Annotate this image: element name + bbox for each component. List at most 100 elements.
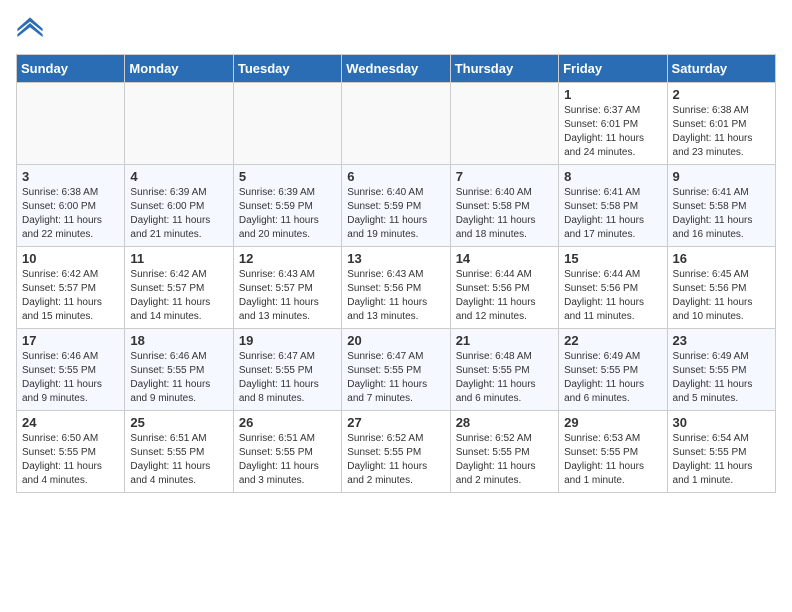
calendar-cell: 17Sunrise: 6:46 AMSunset: 5:55 PMDayligh… [17,329,125,411]
day-number: 6 [347,169,444,184]
day-number: 10 [22,251,119,266]
day-number: 20 [347,333,444,348]
day-info: Sunrise: 6:43 AMSunset: 5:57 PMDaylight:… [239,268,336,324]
day-number: 19 [239,333,336,348]
day-number: 3 [22,169,119,184]
day-of-week-header: Sunday [17,55,125,83]
day-number: 1 [564,87,661,102]
day-of-week-header: Wednesday [342,55,450,83]
day-info: Sunrise: 6:54 AMSunset: 5:55 PMDaylight:… [673,432,770,488]
day-number: 26 [239,415,336,430]
day-number: 4 [130,169,227,184]
calendar-header-row: SundayMondayTuesdayWednesdayThursdayFrid… [17,55,776,83]
day-number: 15 [564,251,661,266]
day-info: Sunrise: 6:51 AMSunset: 5:55 PMDaylight:… [239,432,336,488]
calendar-cell: 13 Sunrise: 6:43 AMSunset: 5:56 PMDayligh… [342,247,450,329]
day-of-week-header: Thursday [450,55,558,83]
day-info: Sunrise: 6:50 AMSunset: 5:55 PMDaylight:… [22,432,119,488]
day-number: 18 [130,333,227,348]
day-number: 24 [22,415,119,430]
calendar-cell: 26 Sunrise: 6:51 AMSunset: 5:55 PMDayligh… [233,411,341,493]
calendar-cell: 12 Sunrise: 6:43 AMSunset: 5:57 PMDayligh… [233,247,341,329]
day-info: Sunrise: 6:49 AMSunset: 5:55 PMDaylight:… [673,350,770,406]
day-info: Sunrise: 6:45 AMSunset: 5:56 PMDaylight:… [673,268,770,324]
day-number: 21 [456,333,553,348]
day-number: 22 [564,333,661,348]
day-info: Sunrise: 6:52 AMSunset: 5:55 PMDaylight:… [456,432,553,488]
day-info: Sunrise: 6:46 AMSunset: 5:55 PMDaylight:… [130,350,227,406]
day-info: Sunrise: 6:42 AMSunset: 5:57 PMDaylight:… [130,268,227,324]
calendar-week-row: 3 Sunrise: 6:38 AMSunset: 6:00 PMDaylight… [17,165,776,247]
day-number: 28 [456,415,553,430]
day-of-week-header: Tuesday [233,55,341,83]
day-info: Sunrise: 6:41 AMSunset: 5:58 PMDaylight:… [673,186,770,242]
calendar-cell: 19Sunrise: 6:47 AMSunset: 5:55 PMDayligh… [233,329,341,411]
calendar-week-row: 24 Sunrise: 6:50 AMSunset: 5:55 PMDayligh… [17,411,776,493]
day-info: Sunrise: 6:40 AMSunset: 5:58 PMDaylight:… [456,186,553,242]
day-info: Sunrise: 6:42 AMSunset: 5:57 PMDaylight:… [22,268,119,324]
day-info: Sunrise: 6:44 AMSunset: 5:56 PMDaylight:… [456,268,553,324]
calendar-cell: 28 Sunrise: 6:52 AMSunset: 5:55 PMDayligh… [450,411,558,493]
calendar-week-row: 10 Sunrise: 6:42 AMSunset: 5:57 PMDayligh… [17,247,776,329]
day-info: Sunrise: 6:53 AMSunset: 5:55 PMDaylight:… [564,432,661,488]
calendar-cell [233,83,341,165]
calendar-cell [450,83,558,165]
calendar-cell: 21 Sunrise: 6:48 AMSunset: 5:55 PMDayligh… [450,329,558,411]
calendar-cell: 15 Sunrise: 6:44 AMSunset: 5:56 PMDayligh… [559,247,667,329]
calendar-cell: 4Sunrise: 6:39 AMSunset: 6:00 PMDaylight… [125,165,233,247]
calendar-cell: 18 Sunrise: 6:46 AMSunset: 5:55 PMDayligh… [125,329,233,411]
calendar-cell: 24 Sunrise: 6:50 AMSunset: 5:55 PMDayligh… [17,411,125,493]
day-info: Sunrise: 6:38 AMSunset: 6:00 PMDaylight:… [22,186,119,242]
day-of-week-header: Friday [559,55,667,83]
day-number: 14 [456,251,553,266]
day-info: Sunrise: 6:40 AMSunset: 5:59 PMDaylight:… [347,186,444,242]
day-number: 2 [673,87,770,102]
day-number: 7 [456,169,553,184]
calendar-cell: 10 Sunrise: 6:42 AMSunset: 5:57 PMDayligh… [17,247,125,329]
day-info: Sunrise: 6:39 AMSunset: 5:59 PMDaylight:… [239,186,336,242]
logo [16,16,48,44]
day-number: 9 [673,169,770,184]
page-header [16,16,776,44]
day-info: Sunrise: 6:37 AMSunset: 6:01 PMDaylight:… [564,104,661,160]
calendar-cell: 1 Sunrise: 6:37 AMSunset: 6:01 PMDaylight… [559,83,667,165]
calendar-cell: 29 Sunrise: 6:53 AMSunset: 5:55 PMDayligh… [559,411,667,493]
calendar-cell [17,83,125,165]
day-number: 29 [564,415,661,430]
calendar-cell: 9 Sunrise: 6:41 AMSunset: 5:58 PMDaylight… [667,165,775,247]
day-number: 27 [347,415,444,430]
day-info: Sunrise: 6:43 AMSunset: 5:56 PMDaylight:… [347,268,444,324]
day-info: Sunrise: 6:49 AMSunset: 5:55 PMDaylight:… [564,350,661,406]
day-info: Sunrise: 6:41 AMSunset: 5:58 PMDaylight:… [564,186,661,242]
day-number: 8 [564,169,661,184]
day-number: 11 [130,251,227,266]
calendar-cell: 22 Sunrise: 6:49 AMSunset: 5:55 PMDayligh… [559,329,667,411]
day-info: Sunrise: 6:46 AMSunset: 5:55 PMDaylight:… [22,350,119,406]
calendar-week-row: 17Sunrise: 6:46 AMSunset: 5:55 PMDayligh… [17,329,776,411]
calendar-table: SundayMondayTuesdayWednesdayThursdayFrid… [16,54,776,493]
calendar-cell: 7 Sunrise: 6:40 AMSunset: 5:58 PMDaylight… [450,165,558,247]
day-info: Sunrise: 6:38 AMSunset: 6:01 PMDaylight:… [673,104,770,160]
day-info: Sunrise: 6:52 AMSunset: 5:55 PMDaylight:… [347,432,444,488]
day-number: 12 [239,251,336,266]
calendar-cell: 16Sunrise: 6:45 AMSunset: 5:56 PMDayligh… [667,247,775,329]
day-info: Sunrise: 6:48 AMSunset: 5:55 PMDaylight:… [456,350,553,406]
calendar-cell: 6 Sunrise: 6:40 AMSunset: 5:59 PMDaylight… [342,165,450,247]
day-of-week-header: Monday [125,55,233,83]
calendar-cell: 2 Sunrise: 6:38 AMSunset: 6:01 PMDaylight… [667,83,775,165]
logo-icon [16,16,44,44]
calendar-cell: 8 Sunrise: 6:41 AMSunset: 5:58 PMDaylight… [559,165,667,247]
day-of-week-header: Saturday [667,55,775,83]
day-number: 13 [347,251,444,266]
calendar-cell: 14 Sunrise: 6:44 AMSunset: 5:56 PMDayligh… [450,247,558,329]
calendar-cell: 25Sunrise: 6:51 AMSunset: 5:55 PMDayligh… [125,411,233,493]
calendar-cell: 5Sunrise: 6:39 AMSunset: 5:59 PMDaylight… [233,165,341,247]
day-info: Sunrise: 6:51 AMSunset: 5:55 PMDaylight:… [130,432,227,488]
calendar-cell [125,83,233,165]
day-info: Sunrise: 6:44 AMSunset: 5:56 PMDaylight:… [564,268,661,324]
calendar-cell: 20Sunrise: 6:47 AMSunset: 5:55 PMDayligh… [342,329,450,411]
calendar-cell: 27 Sunrise: 6:52 AMSunset: 5:55 PMDayligh… [342,411,450,493]
calendar-cell: 11 Sunrise: 6:42 AMSunset: 5:57 PMDayligh… [125,247,233,329]
calendar-cell [342,83,450,165]
calendar-cell: 23Sunrise: 6:49 AMSunset: 5:55 PMDayligh… [667,329,775,411]
